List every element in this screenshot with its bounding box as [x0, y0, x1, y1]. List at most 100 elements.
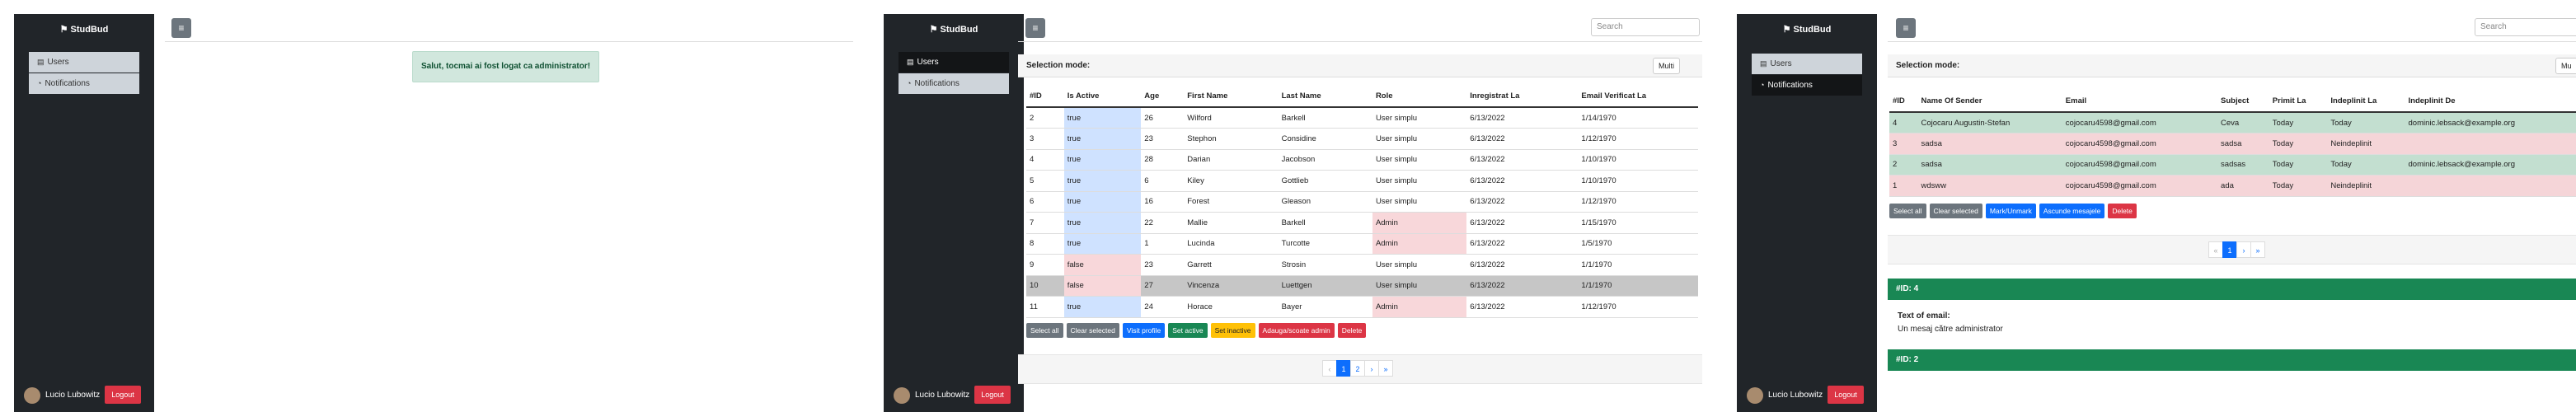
table-row[interactable]: 1 wdsww cojocaru4598@gmail.com ada Today Nein… — [1889, 175, 2576, 197]
column-header[interactable]: Indeplinit La — [2327, 91, 2405, 113]
menu-toggle-button[interactable]: ≡ — [1025, 18, 1045, 38]
sidebar-item-users[interactable]: ▤ Users — [29, 52, 139, 73]
table-cell: Cojocaru Augustin-Stefan — [1917, 112, 2062, 133]
column-header[interactable]: Inregistrat La — [1466, 86, 1579, 108]
action-button[interactable]: Adauga/scoate admin — [1258, 323, 1335, 338]
action-button[interactable]: Delete — [1337, 323, 1367, 338]
action-button[interactable]: Ascunde mesajele — [2039, 204, 2105, 218]
table-cell: 1/5/1970 — [1578, 233, 1698, 255]
table-cell: ada — [2217, 175, 2269, 197]
flag-icon: ⚑ — [59, 25, 68, 35]
column-header[interactable]: Indeplinit De — [2405, 91, 2576, 113]
menu-toggle-button[interactable]: ≡ — [1896, 18, 1916, 38]
users-icon: ▤ — [1760, 59, 1767, 68]
search-input[interactable]: Search — [2475, 18, 2576, 36]
table-row[interactable]: 3 sadsa cojocaru4598@gmail.com sadsa Today Ne… — [1889, 133, 2576, 155]
sidebar-item-label: Users — [47, 58, 69, 67]
action-button[interactable]: Select all — [1026, 323, 1063, 338]
table-cell: true — [1063, 107, 1142, 129]
page-link[interactable]: 2 — [1350, 360, 1365, 377]
brand[interactable]: ⚑ StudBud — [14, 14, 154, 47]
page-link[interactable]: » — [1378, 360, 1393, 377]
action-button[interactable]: Set inactive — [1210, 323, 1255, 338]
column-header[interactable]: Is Active — [1063, 86, 1142, 108]
column-header[interactable]: Subject — [2217, 91, 2269, 113]
table-row[interactable]: 7 true 22 Mallie Barkell Admin 6/13/2022 1/15/1… — [1026, 212, 1698, 234]
column-header[interactable]: First Name — [1184, 86, 1279, 108]
menu-toggle-button[interactable]: ≡ — [171, 18, 191, 38]
action-button[interactable]: Select all — [1889, 204, 1926, 218]
table-row[interactable]: 4 Cojocaru Augustin-Stefan cojocaru4598@gm… — [1889, 112, 2576, 133]
logout-button[interactable]: Logout — [1828, 386, 1864, 404]
table-cell: 1/10/1970 — [1578, 170, 1698, 192]
action-button[interactable]: Mark/Unmark — [1985, 204, 2036, 218]
page-link[interactable]: » — [2250, 241, 2265, 258]
column-header[interactable]: #ID — [1889, 91, 1918, 113]
page-link[interactable]: « — [2208, 241, 2223, 258]
message-header[interactable]: #ID: 2 — [1888, 349, 2576, 371]
pagination: «1 ›» — [2208, 241, 2265, 258]
table-cell: 1/12/1970 — [1578, 128, 1698, 150]
table-cell: sadsas — [2217, 154, 2269, 176]
sidebar-item-users[interactable]: ▤ Users — [899, 52, 1009, 73]
table-row[interactable]: 9 false 23 Garrett Strosin User simplu 6/13/20… — [1026, 254, 1698, 276]
table-cell: Darian — [1184, 149, 1279, 171]
table-row[interactable]: 2 true 26 Wilford Barkell User simplu 6/13/202… — [1026, 107, 1698, 129]
logout-button[interactable]: Logout — [974, 386, 1011, 404]
message-header[interactable]: #ID: 4 — [1888, 279, 2576, 300]
table-row[interactable]: 5 true 6 Kiley Gottlieb User simplu 6/13/2022 1… — [1026, 170, 1698, 192]
column-header[interactable]: Last Name — [1278, 86, 1372, 108]
page-link[interactable]: 1 — [2222, 241, 2237, 258]
table-cell: User simplu — [1372, 149, 1467, 171]
table-cell: Ceva — [2217, 112, 2269, 133]
brand[interactable]: ⚑ StudBud — [1737, 14, 1877, 47]
page-link[interactable]: ‹ — [1322, 360, 1337, 377]
sidebar: ⚑ StudBud ▤ Users ◔ Notifications Lucio Lub… — [884, 14, 1024, 412]
action-button[interactable]: Clear selected — [1066, 323, 1119, 338]
table-row[interactable]: 3 true 23 Stephon Considine User simplu 6/13/2… — [1026, 128, 1698, 150]
table-cell: 28 — [1141, 149, 1185, 171]
column-header[interactable]: Age — [1141, 86, 1185, 108]
logout-button[interactable]: Logout — [105, 386, 141, 404]
page-link[interactable]: › — [1364, 360, 1379, 377]
sidebar-item-notifications[interactable]: ◔ Notifications — [29, 73, 139, 94]
table-cell: 6/13/2022 — [1466, 275, 1579, 297]
table-cell: 7 — [1026, 212, 1064, 234]
brand[interactable]: ⚑ StudBud — [884, 14, 1024, 47]
action-button[interactable]: Delete — [2108, 204, 2137, 218]
table-row[interactable]: 6 true 16 Forest Gleason User simplu 6/13/2022… — [1026, 191, 1698, 213]
table-row[interactable]: 11 true 24 Horace Bayer Admin 6/13/2022 1/12/19… — [1026, 296, 1698, 318]
table-cell: 11 — [1026, 296, 1064, 318]
table-cell: 5 — [1026, 170, 1064, 192]
search-input[interactable]: Search — [1591, 18, 1700, 36]
table-cell: User simplu — [1372, 275, 1467, 297]
page-link[interactable]: 1 — [1336, 360, 1351, 377]
selection-mode-select[interactable]: Multi — [1653, 58, 1681, 74]
sidebar-item-users[interactable]: ▤ Users — [1752, 54, 1862, 74]
selection-mode-select[interactable]: Mu — [2555, 58, 2576, 74]
page-link[interactable]: › — [2236, 241, 2251, 258]
action-button[interactable]: Visit profile — [1122, 323, 1166, 338]
table-cell: 24 — [1141, 296, 1185, 318]
action-button[interactable]: Set active — [1168, 323, 1208, 338]
table-row[interactable]: 10 false 27 Vincenza Luettgen User simplu 6/13… — [1026, 275, 1698, 297]
action-button[interactable]: Clear selected — [1929, 204, 1982, 218]
table-cell: 1 — [1141, 233, 1185, 255]
table-row[interactable]: 2 sadsa cojocaru4598@gmail.com sadsas Today T… — [1889, 154, 2576, 176]
table-cell: 6/13/2022 — [1466, 233, 1579, 255]
table-row[interactable]: 4 true 28 Darian Jacobson User simplu 6/13/202… — [1026, 149, 1698, 171]
sidebar-item-notifications[interactable]: ◔ Notifications — [899, 73, 1009, 94]
column-header[interactable]: #ID — [1026, 86, 1064, 108]
column-header[interactable]: Email — [2062, 91, 2218, 113]
table-cell: Forest — [1184, 191, 1279, 213]
column-header[interactable]: Primit La — [2269, 91, 2328, 113]
column-header[interactable]: Name Of Sender — [1917, 91, 2062, 113]
table-cell: 8 — [1026, 233, 1064, 255]
sidebar-item-label: Notifications — [45, 79, 90, 88]
column-header[interactable]: Role — [1372, 86, 1467, 108]
divider — [1888, 41, 2576, 42]
sidebar-item-notifications[interactable]: ◔ Notifications — [1752, 75, 1862, 96]
table-row[interactable]: 8 true 1 Lucinda Turcotte Admin 6/13/2022 1/5/1… — [1026, 233, 1698, 255]
user-name: Lucio Lubowitz — [1768, 391, 1823, 400]
column-header[interactable]: Email Verificat La — [1578, 86, 1698, 108]
